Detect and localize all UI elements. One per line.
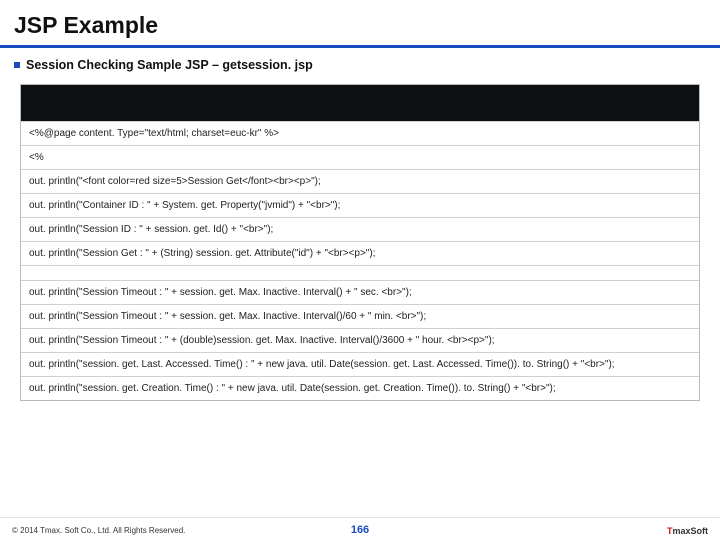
code-line: out. println("Session Timeout : " + sess… [21, 281, 699, 305]
code-line: out. println("Session Get : " + (String)… [21, 242, 699, 266]
page-number: 166 [351, 524, 369, 536]
code-line: <%@page content. Type="text/html; charse… [21, 122, 699, 146]
subtitle-prefix: Session Checking Sample JSP – [26, 58, 222, 72]
slide: JSP Example Session Checking Sample JSP … [0, 0, 720, 540]
code-line: out. println("session. get. Last. Access… [21, 353, 699, 377]
code-line: out. println("Session Timeout : " + (dou… [21, 329, 699, 353]
subtitle-file: getsession. jsp [222, 58, 312, 72]
logo-rest: maxSoft [672, 526, 708, 536]
code-line: out. println("Session Timeout : " + sess… [21, 305, 699, 329]
code-line: out. println("session. get. Creation. Ti… [21, 377, 699, 400]
code-box: <%@page content. Type="text/html; charse… [20, 84, 700, 401]
code-line: out. println("<font color=red size=5>Ses… [21, 170, 699, 194]
slide-title: JSP Example [0, 0, 720, 45]
subtitle: Session Checking Sample JSP – getsession… [0, 48, 720, 72]
copyright: © 2014 Tmax. Soft Co., Ltd. All Rights R… [12, 526, 185, 535]
code-header-dark [21, 85, 699, 122]
code-line: out. println("Session ID : " + session. … [21, 218, 699, 242]
code-line: <% [21, 146, 699, 170]
code-line: out. println("Container ID : " + System.… [21, 194, 699, 218]
code-gap [21, 266, 699, 281]
bullet-icon [14, 62, 20, 68]
logo: TmaxSoft [667, 526, 708, 536]
footer: © 2014 Tmax. Soft Co., Ltd. All Rights R… [0, 517, 720, 540]
